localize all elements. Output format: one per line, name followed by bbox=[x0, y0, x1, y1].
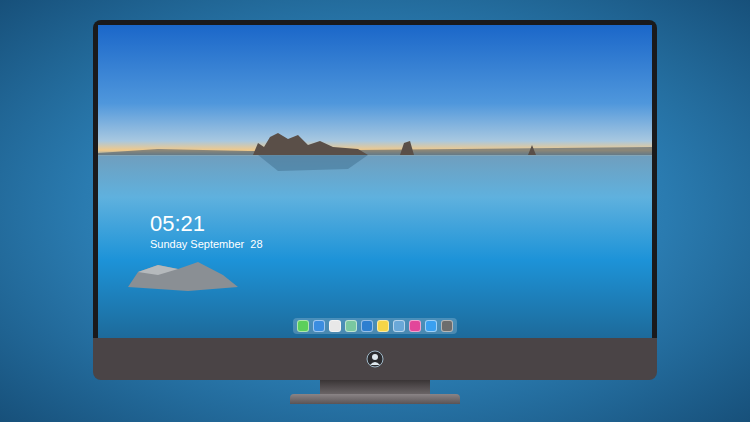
dock-app-icon[interactable] bbox=[377, 320, 389, 332]
screen: 05:21Sunday September 28 bbox=[98, 25, 652, 338]
monitor-bezel: 05:21Sunday September 28 bbox=[93, 20, 657, 338]
dock-app-icon[interactable] bbox=[329, 320, 341, 332]
monitor-base bbox=[290, 394, 460, 404]
dock-app-icon[interactable] bbox=[297, 320, 309, 332]
dock bbox=[293, 318, 457, 334]
dock-app-icon[interactable] bbox=[441, 320, 453, 332]
dock-app-icon[interactable] bbox=[425, 320, 437, 332]
dock-app-icon[interactable] bbox=[345, 320, 357, 332]
monitor-chin bbox=[93, 338, 657, 380]
clock: 05:21Sunday September 28 bbox=[150, 211, 263, 251]
wallpaper-rock-icon bbox=[128, 247, 238, 292]
page-background: 05:21Sunday September 28 bbox=[0, 0, 750, 422]
dock-app-icon[interactable] bbox=[361, 320, 373, 332]
wallpaper-rocks-icon bbox=[98, 125, 652, 185]
monitor: 05:21Sunday September 28 bbox=[93, 20, 657, 404]
clock-date: Sunday September 28 bbox=[150, 237, 263, 251]
dock-app-icon[interactable] bbox=[313, 320, 325, 332]
dock-app-icon[interactable] bbox=[393, 320, 405, 332]
clock-time: 05:21 bbox=[150, 211, 263, 237]
monitor-neck bbox=[320, 380, 430, 394]
dock-app-icon[interactable] bbox=[409, 320, 421, 332]
brand-logo-icon bbox=[366, 350, 384, 368]
